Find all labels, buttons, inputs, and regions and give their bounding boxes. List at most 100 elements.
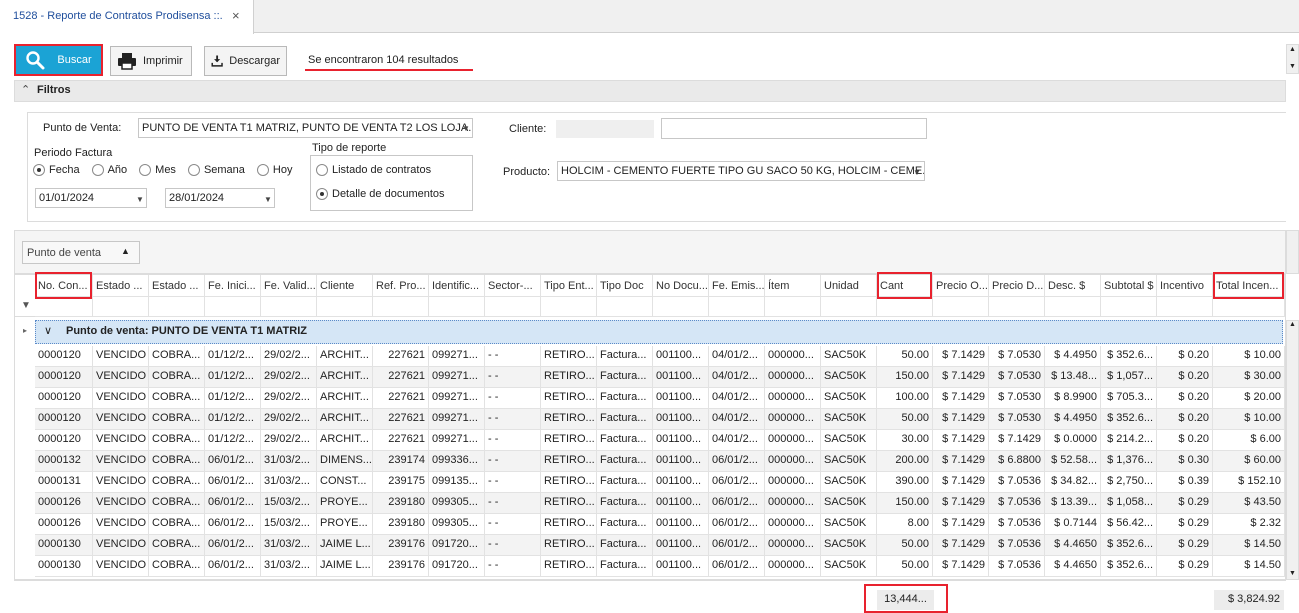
table-cell[interactable]: 091720... bbox=[429, 556, 485, 577]
table-cell[interactable]: 000000... bbox=[765, 535, 821, 556]
table-cell[interactable]: $ 0.29 bbox=[1157, 535, 1213, 556]
filter-cell[interactable] bbox=[373, 297, 429, 317]
table-cell[interactable]: $ 34.82... bbox=[1045, 472, 1101, 493]
table-cell[interactable]: ARCHIT... bbox=[317, 430, 373, 451]
column-header[interactable]: Tipo Doc bbox=[597, 275, 653, 297]
table-cell[interactable]: SAC50K bbox=[821, 514, 877, 535]
table-cell[interactable]: Factura... bbox=[597, 556, 653, 577]
filter-cell[interactable] bbox=[93, 297, 149, 317]
table-cell[interactable]: $ 0.20 bbox=[1157, 430, 1213, 451]
filter-cell[interactable] bbox=[821, 297, 877, 317]
table-cell[interactable]: $ 7.1429 bbox=[933, 346, 989, 367]
table-cell[interactable]: RETIRO... bbox=[541, 535, 597, 556]
table-cell[interactable]: DIMENS... bbox=[317, 451, 373, 472]
scroll-up-icon[interactable]: ▲ bbox=[1287, 45, 1298, 54]
table-cell[interactable]: $ 7.0536 bbox=[989, 514, 1045, 535]
table-cell[interactable]: $ 7.0530 bbox=[989, 367, 1045, 388]
table-cell[interactable]: $ 0.20 bbox=[1157, 367, 1213, 388]
producto-combo[interactable]: HOLCIM - CEMENTO FUERTE TIPO GU SACO 50 … bbox=[557, 161, 925, 181]
table-cell[interactable]: 15/03/2... bbox=[261, 493, 317, 514]
table-cell[interactable]: $ 0.7144 bbox=[1045, 514, 1101, 535]
filter-cell[interactable] bbox=[1213, 297, 1285, 317]
table-cell[interactable]: 000000... bbox=[765, 388, 821, 409]
scroll-down-icon[interactable]: ▼ bbox=[1287, 570, 1298, 577]
filter-cell[interactable] bbox=[653, 297, 709, 317]
table-cell[interactable]: CONST... bbox=[317, 472, 373, 493]
column-header[interactable]: Ref. Pro... bbox=[373, 275, 429, 297]
table-cell[interactable]: $ 0.0000 bbox=[1045, 430, 1101, 451]
table-cell[interactable]: 000000... bbox=[765, 409, 821, 430]
date-from-picker[interactable]: 01/01/2024 bbox=[35, 188, 147, 208]
table-cell[interactable]: $ 56.42... bbox=[1101, 514, 1157, 535]
table-cell[interactable]: 150.00 bbox=[877, 493, 933, 514]
filter-cell[interactable] bbox=[205, 297, 261, 317]
table-cell[interactable]: 0000126 bbox=[35, 514, 93, 535]
table-cell[interactable]: 0000126 bbox=[35, 493, 93, 514]
table-cell[interactable]: 06/01/2... bbox=[205, 472, 261, 493]
column-header[interactable]: Unidad bbox=[821, 275, 877, 297]
table-cell[interactable]: 227621 bbox=[373, 430, 429, 451]
table-cell[interactable]: COBRA... bbox=[149, 535, 205, 556]
table-cell[interactable]: $ 7.0536 bbox=[989, 535, 1045, 556]
table-cell[interactable]: $ 2.32 bbox=[1213, 514, 1285, 535]
table-cell[interactable]: 06/01/2... bbox=[709, 556, 765, 577]
table-cell[interactable]: - - bbox=[485, 430, 541, 451]
table-cell[interactable]: 000000... bbox=[765, 514, 821, 535]
table-cell[interactable]: $ 0.20 bbox=[1157, 388, 1213, 409]
table-cell[interactable]: SAC50K bbox=[821, 535, 877, 556]
grid-scrollbar[interactable]: ▲ ▼ bbox=[1286, 320, 1299, 580]
table-cell[interactable]: 390.00 bbox=[877, 472, 933, 493]
table-cell[interactable]: 239174 bbox=[373, 451, 429, 472]
filter-cell[interactable] bbox=[877, 297, 933, 317]
table-cell[interactable]: COBRA... bbox=[149, 451, 205, 472]
table-cell[interactable]: $ 7.0530 bbox=[989, 388, 1045, 409]
table-cell[interactable]: VENCIDO bbox=[93, 430, 149, 451]
table-cell[interactable]: 227621 bbox=[373, 346, 429, 367]
table-cell[interactable]: 50.00 bbox=[877, 409, 933, 430]
table-cell[interactable]: - - bbox=[485, 367, 541, 388]
table-cell[interactable]: COBRA... bbox=[149, 346, 205, 367]
table-cell[interactable]: $ 13.39... bbox=[1045, 493, 1101, 514]
table-cell[interactable]: COBRA... bbox=[149, 367, 205, 388]
table-cell[interactable]: 227621 bbox=[373, 388, 429, 409]
table-cell[interactable]: 091720... bbox=[429, 535, 485, 556]
table-cell[interactable]: 000000... bbox=[765, 472, 821, 493]
table-cell[interactable]: 15/03/2... bbox=[261, 514, 317, 535]
table-cell[interactable]: ARCHIT... bbox=[317, 409, 373, 430]
chevron-down-icon[interactable]: ▼ bbox=[136, 195, 144, 204]
table-cell[interactable]: - - bbox=[485, 556, 541, 577]
table-cell[interactable]: - - bbox=[485, 472, 541, 493]
table-cell[interactable]: Factura... bbox=[597, 367, 653, 388]
table-cell[interactable]: 227621 bbox=[373, 367, 429, 388]
table-cell[interactable]: 06/01/2... bbox=[709, 493, 765, 514]
table-cell[interactable]: 0000120 bbox=[35, 409, 93, 430]
filtros-header[interactable] bbox=[14, 80, 1286, 102]
table-cell[interactable]: 06/01/2... bbox=[709, 472, 765, 493]
table-cell[interactable]: 04/01/2... bbox=[709, 346, 765, 367]
column-header[interactable]: Sector-... bbox=[485, 275, 541, 297]
table-cell[interactable]: $ 10.00 bbox=[1213, 346, 1285, 367]
table-cell[interactable]: 0000130 bbox=[35, 535, 93, 556]
table-cell[interactable]: SAC50K bbox=[821, 388, 877, 409]
table-cell[interactable]: 50.00 bbox=[877, 346, 933, 367]
table-cell[interactable]: 099336... bbox=[429, 451, 485, 472]
table-cell[interactable]: $ 43.50 bbox=[1213, 493, 1285, 514]
table-cell[interactable]: 06/01/2... bbox=[709, 451, 765, 472]
table-cell[interactable]: 001100... bbox=[653, 388, 709, 409]
table-cell[interactable]: 001100... bbox=[653, 514, 709, 535]
table-cell[interactable]: SAC50K bbox=[821, 409, 877, 430]
table-cell[interactable]: RETIRO... bbox=[541, 472, 597, 493]
chevron-down-icon[interactable]: ∨ bbox=[44, 324, 52, 337]
table-cell[interactable]: COBRA... bbox=[149, 472, 205, 493]
table-cell[interactable]: 239180 bbox=[373, 493, 429, 514]
table-cell[interactable]: RETIRO... bbox=[541, 367, 597, 388]
table-cell[interactable]: 000000... bbox=[765, 556, 821, 577]
table-cell[interactable]: SAC50K bbox=[821, 346, 877, 367]
filter-cell[interactable] bbox=[261, 297, 317, 317]
table-cell[interactable]: 099271... bbox=[429, 409, 485, 430]
table-cell[interactable]: SAC50K bbox=[821, 493, 877, 514]
filter-cell[interactable] bbox=[429, 297, 485, 317]
table-cell[interactable]: 06/01/2... bbox=[205, 514, 261, 535]
table-cell[interactable]: $ 152.10 bbox=[1213, 472, 1285, 493]
column-header[interactable]: Total Incen... bbox=[1213, 275, 1285, 297]
